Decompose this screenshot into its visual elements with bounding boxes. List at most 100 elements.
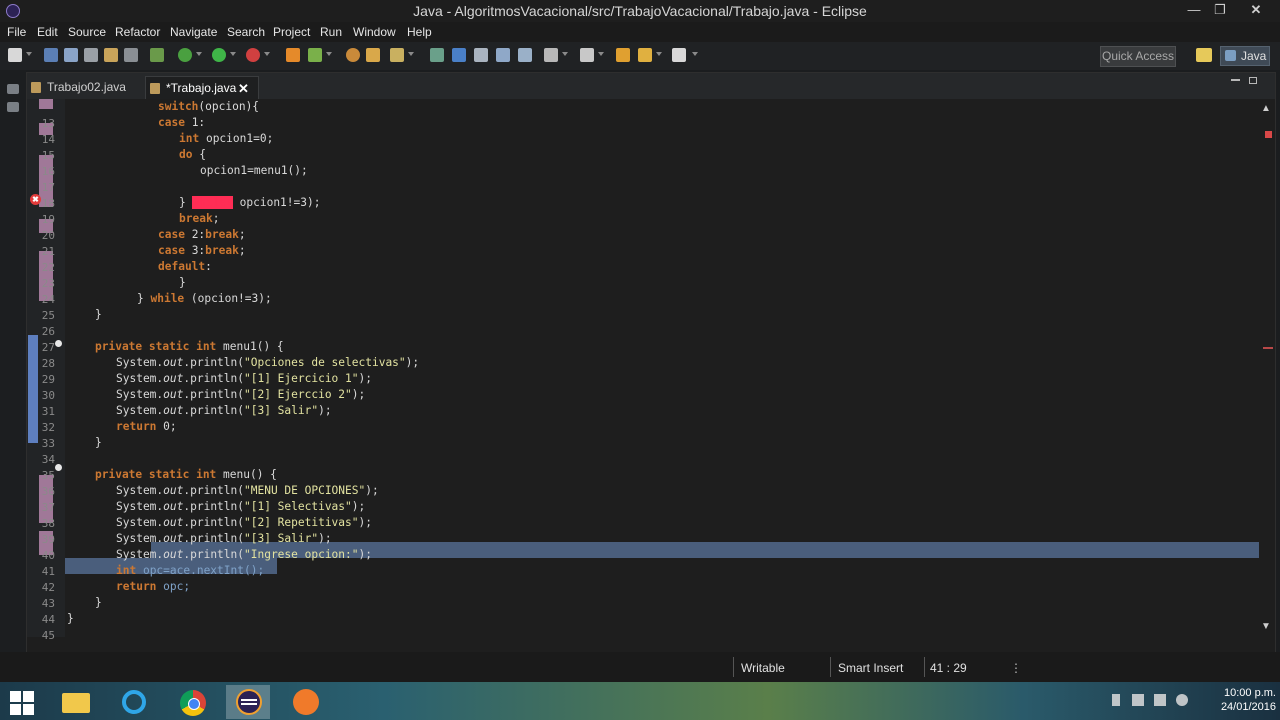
forward-arrow-icon[interactable] — [672, 48, 686, 62]
chrome-button[interactable] — [170, 685, 214, 719]
annotation-dropdown-icon[interactable] — [408, 52, 414, 56]
maximize-editor-icon[interactable] — [1249, 77, 1257, 84]
new-java-project-icon[interactable] — [286, 48, 300, 62]
prev-annotation-dropdown-icon[interactable] — [598, 52, 604, 56]
code-line[interactable]: int opc=ace.nextInt(); — [67, 563, 264, 579]
code-line[interactable]: System.out.println("Ingrese opcion:"); — [67, 547, 372, 563]
menu-file[interactable]: File — [7, 25, 26, 39]
quick-access-input[interactable]: Quick Access — [1100, 46, 1176, 67]
scroll-up-icon[interactable]: ▲ — [1261, 103, 1271, 114]
code-line[interactable]: } — [67, 595, 102, 611]
menu-navigate[interactable]: Navigate — [170, 25, 217, 39]
next-annotation-dropdown-icon[interactable] — [562, 52, 568, 56]
prev-annotation-icon[interactable] — [580, 48, 594, 62]
menu-refactor[interactable]: Refactor — [115, 25, 160, 39]
open-perspective-icon[interactable] — [1196, 48, 1212, 62]
maximize-button[interactable]: ❐ — [1200, 0, 1240, 20]
code-line[interactable]: } — [67, 435, 102, 451]
restore-view-icon[interactable] — [7, 84, 19, 94]
run-icon[interactable] — [212, 48, 226, 62]
code-line[interactable]: System.out.println("[1] Selectivas"); — [67, 499, 365, 515]
eclipse-taskbar-button[interactable] — [226, 685, 270, 719]
code-line[interactable]: case 2:break; — [67, 227, 246, 243]
open-task-icon[interactable] — [346, 48, 360, 62]
code-line[interactable]: System.out.println("[2] Repetitivas"); — [67, 515, 372, 531]
code-line[interactable]: System.out.println("MENU DE OPCIONES"); — [67, 483, 379, 499]
menu-search[interactable]: Search — [227, 25, 265, 39]
network-icon[interactable] — [1154, 694, 1166, 706]
start-button[interactable] — [0, 685, 44, 719]
code-line[interactable]: } — [67, 611, 74, 627]
external-tools-icon[interactable] — [246, 48, 260, 62]
toggle-highlight-icon[interactable] — [452, 48, 466, 62]
code-line[interactable]: int opcion1=0; — [67, 131, 273, 147]
skip-breakpoints-icon[interactable] — [150, 48, 164, 62]
tab-trabajo[interactable]: *Trabajo.java ✕ — [145, 76, 259, 100]
external-tools-dropdown-icon[interactable] — [264, 52, 270, 56]
occurrence-overview-marker[interactable] — [1263, 347, 1273, 349]
code-line[interactable] — [67, 179, 200, 195]
code-line[interactable]: System.out.println("[1] Ejercicio 1"); — [67, 371, 372, 387]
menu-project[interactable]: Project — [273, 25, 310, 39]
code-line[interactable]: } — [67, 275, 186, 291]
code-line[interactable]: System.out.println("[2] Ejerccio 2"); — [67, 387, 365, 403]
code-line[interactable]: System.out.println("Opciones de selectiv… — [67, 355, 419, 371]
save-icon[interactable] — [44, 48, 58, 62]
app-taskbar-button[interactable] — [284, 685, 328, 719]
code-line[interactable]: break; — [67, 211, 219, 227]
run-dropdown-icon[interactable] — [230, 52, 236, 56]
tab-trabajo02[interactable]: Trabajo02.java — [27, 76, 145, 99]
internet-explorer-button[interactable] — [112, 685, 156, 719]
code-line[interactable]: case 3:break; — [67, 243, 246, 259]
search-icon[interactable] — [366, 48, 380, 62]
close-tab-icon[interactable]: ✕ — [238, 77, 249, 100]
open-type-icon[interactable] — [104, 48, 118, 62]
file-explorer-button[interactable] — [54, 685, 98, 719]
code-line[interactable]: opcion1=menu1(); — [67, 163, 308, 179]
java-perspective-button[interactable]: Java — [1220, 46, 1270, 66]
new-dropdown-icon[interactable] — [26, 52, 32, 56]
code-line[interactable]: } — [67, 307, 102, 323]
package-explorer-icon[interactable] — [7, 102, 19, 112]
new-package-icon[interactable] — [308, 48, 322, 62]
fold-menu1-icon[interactable] — [55, 340, 62, 347]
menu-source[interactable]: Source — [68, 25, 106, 39]
code-line[interactable]: switch(opcion){ — [67, 99, 259, 115]
close-window-button[interactable]: ✕ — [1236, 0, 1276, 20]
menu-window[interactable]: Window — [353, 25, 396, 39]
code-line[interactable]: private static int menu1() { — [67, 339, 284, 355]
show-source-icon[interactable] — [518, 48, 532, 62]
status-menu-icon[interactable]: ⋮ — [1010, 661, 1022, 675]
next-annotation-icon[interactable] — [544, 48, 558, 62]
forward-dropdown-icon[interactable] — [692, 52, 698, 56]
back-arrow-icon[interactable] — [638, 48, 652, 62]
tray-chevron-icon[interactable] — [1112, 694, 1120, 706]
save-all-icon[interactable] — [64, 48, 78, 62]
code-line[interactable]: return opc; — [67, 579, 190, 595]
show-whitespace-icon[interactable] — [474, 48, 488, 62]
tray-device-icon[interactable] — [1132, 694, 1144, 706]
minimize-editor-icon[interactable] — [1231, 79, 1240, 81]
last-edit-location-icon[interactable] — [616, 48, 630, 62]
menu-edit[interactable]: Edit — [37, 25, 58, 39]
code-editor[interactable]: ✖ switch(opcion){13 case 1: 14 int opcion1=… — [27, 99, 1275, 679]
code-line[interactable]: return 0; — [67, 419, 177, 435]
code-line[interactable]: case 1: — [67, 115, 205, 131]
code-line[interactable]: } while( opcion1!=3); — [67, 195, 320, 211]
volume-icon[interactable] — [1176, 694, 1188, 706]
task-icon[interactable] — [124, 48, 138, 62]
code-line[interactable]: private static int menu() { — [67, 467, 277, 483]
fold-menu-icon[interactable] — [55, 464, 62, 471]
debug-dropdown-icon[interactable] — [196, 52, 202, 56]
code-line[interactable]: System.out.println("[3] Salir"); — [67, 403, 332, 419]
back-dropdown-icon[interactable] — [656, 52, 662, 56]
toggle-mark-occurrences-icon[interactable] — [430, 48, 444, 62]
taskbar-clock[interactable]: 10:00 p.m. 24/01/2016 — [1200, 686, 1276, 714]
debug-icon[interactable] — [178, 48, 192, 62]
code-line[interactable]: default: — [67, 259, 212, 275]
menu-run[interactable]: Run — [320, 25, 342, 39]
annotation-icon[interactable] — [390, 48, 404, 62]
code-line[interactable]: do { — [67, 147, 206, 163]
new-icon[interactable] — [8, 48, 22, 62]
new-class-dropdown-icon[interactable] — [326, 52, 332, 56]
